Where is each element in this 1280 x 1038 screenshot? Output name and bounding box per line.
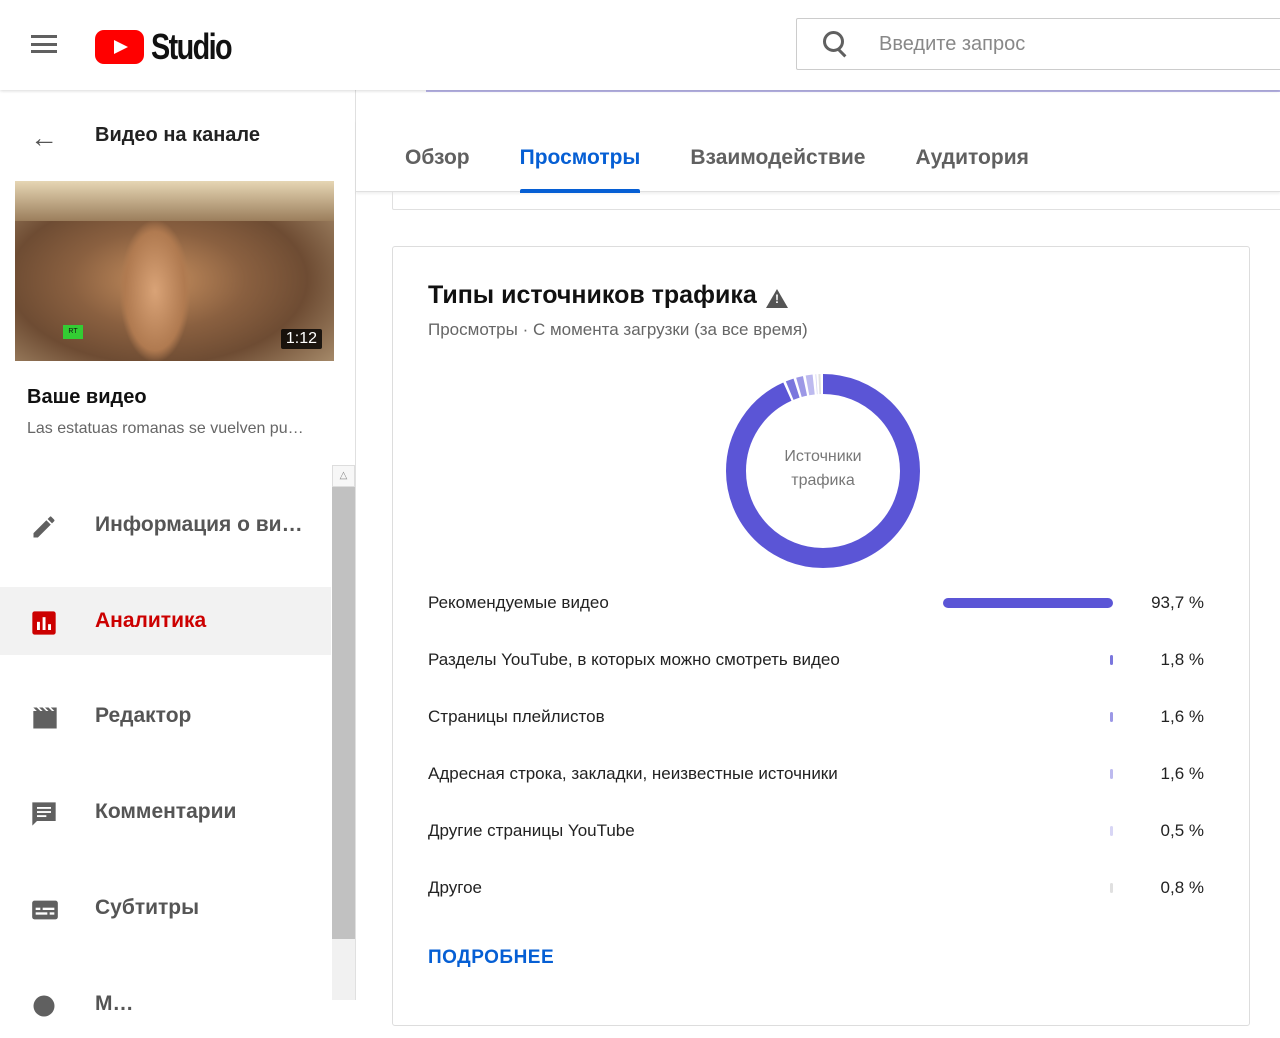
analytics-tabs: Обзор Просмотры Взаимодействие Аудитория (356, 120, 1280, 193)
tab-2[interactable]: Взаимодействие (690, 120, 865, 192)
row-bar (1110, 883, 1113, 893)
row-percent: 93,7 % (1151, 593, 1204, 612)
traffic-row[interactable]: Другие страницы YouTube 0,5 % (428, 817, 1208, 847)
warning-icon[interactable] (766, 289, 788, 308)
row-bar (1110, 769, 1113, 779)
clapper-icon (30, 704, 58, 729)
logo-text: Studio (151, 26, 233, 67)
subtitles-icon (30, 896, 58, 920)
card-subtitle: Просмотры · С момента загрузки (за все в… (428, 320, 808, 339)
row-label: Адресная строка, закладки, неизвестные и… (428, 764, 838, 783)
traffic-row[interactable]: Разделы YouTube, в которых можно смотрет… (428, 646, 1208, 676)
card-title: Типы источников трафика (428, 281, 757, 309)
donut-label-line1: Источники (784, 448, 862, 465)
pencil-icon (30, 513, 58, 538)
sidebar-item-label: Аналитика (95, 609, 207, 632)
youtube-studio-logo[interactable]: Studio (95, 26, 251, 68)
comment-icon (30, 800, 58, 826)
row-bar (1110, 826, 1113, 836)
row-percent: 0,5 % (1160, 821, 1204, 840)
row-bar (1110, 712, 1113, 722)
sidebar-item-1[interactable]: Аналитика (0, 587, 331, 655)
menu-icon[interactable] (31, 35, 57, 53)
search-icon[interactable] (823, 31, 849, 57)
main-content: Обзор Просмотры Взаимодействие Аудитория Ти… (356, 90, 1280, 1026)
your-video-label: Ваше видео (27, 386, 147, 408)
sidebar-item-2[interactable]: Редактор (0, 682, 331, 750)
sidebar-item-label: Комментарии (95, 800, 237, 823)
donut-label-line2: трафика (791, 472, 855, 489)
sidebar-item-label: М… (95, 992, 134, 1015)
sidebar-item-3[interactable]: Комментарии (0, 778, 331, 846)
sidebar-item-label: Субтитры (95, 896, 200, 919)
traffic-sources-card: Типы источников трафика Просмотры · С мо… (392, 246, 1250, 1026)
analytics-icon (30, 609, 58, 635)
sidebar-scrollbar[interactable]: △ (332, 465, 355, 1000)
row-percent: 0,8 % (1160, 878, 1204, 897)
traffic-row[interactable]: Рекомендуемые видео 93,7 % (428, 589, 1208, 619)
row-bar (1109, 655, 1113, 665)
video-duration: 1:12 (280, 329, 322, 349)
tab-0[interactable]: Обзор (405, 120, 470, 192)
video-title: Las estatuas romanas se vuelven pu… (27, 420, 304, 437)
traffic-row[interactable]: Адресная строка, закладки, неизвестные и… (428, 760, 1208, 790)
youtube-play-icon (95, 30, 144, 64)
row-label: Разделы YouTube, в которых можно смотрет… (428, 650, 840, 669)
row-percent: 1,8 % (1160, 650, 1204, 669)
sidebar-item-label: Редактор (95, 704, 192, 727)
more-link[interactable]: ПОДРОБНЕЕ (428, 947, 554, 969)
back-arrow-icon[interactable]: ← (30, 122, 58, 154)
scroll-up-icon[interactable]: △ (332, 465, 355, 487)
traffic-row[interactable]: Страницы плейлистов 1,6 % (428, 703, 1208, 733)
row-label: Страницы плейлистов (428, 707, 605, 726)
tab-3[interactable]: Аудитория (915, 120, 1028, 192)
top-bar: Studio (0, 0, 1280, 90)
sidebar: ← Видео на канале RT 1:12 Ваше видео Las… (0, 90, 356, 1017)
sidebar-item-0[interactable]: Информация о ви… (0, 491, 331, 559)
search-box[interactable] (796, 18, 1280, 70)
channel-badge: RT (63, 325, 83, 339)
search-input[interactable] (879, 32, 1259, 56)
scrollbar-thumb[interactable] (332, 487, 355, 939)
sidebar-item-4[interactable]: Субтитры (0, 874, 331, 942)
row-percent: 1,6 % (1160, 764, 1204, 783)
donut-center-label: Источники трафика (723, 445, 923, 493)
traffic-row[interactable]: Другое 0,8 % (428, 874, 1208, 904)
row-label: Другое (428, 878, 483, 897)
row-percent: 1,6 % (1160, 707, 1204, 726)
sidebar-title: Видео на канале (95, 124, 260, 146)
row-label: Другие страницы YouTube (428, 821, 635, 840)
sidebar-item-5[interactable]: М… (0, 970, 331, 1038)
row-bar (943, 598, 1113, 608)
row-label: Рекомендуемые видео (428, 593, 609, 612)
sidebar-item-label: Информация о ви… (95, 513, 303, 536)
video-thumbnail[interactable]: RT 1:12 (15, 181, 334, 361)
money-icon (30, 992, 58, 1017)
tab-1[interactable]: Просмотры (519, 120, 640, 193)
